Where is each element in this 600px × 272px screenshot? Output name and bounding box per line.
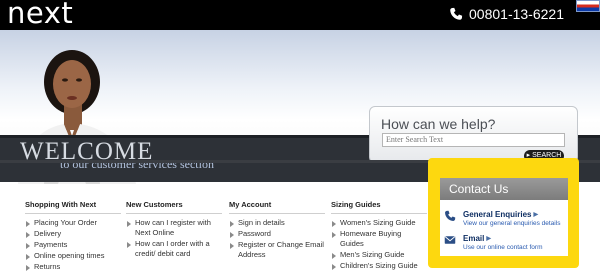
link-sign-in-details[interactable]: Sign in details bbox=[229, 218, 325, 228]
email-label: Email bbox=[463, 234, 485, 243]
link-womens-sizing-guide[interactable]: Women's Sizing Guide bbox=[331, 218, 427, 228]
link-placing-your-order[interactable]: Placing Your Order bbox=[25, 218, 121, 228]
link-mens-sizing-guide[interactable]: Men's Sizing Guide bbox=[331, 250, 427, 260]
phone-icon bbox=[450, 7, 463, 20]
phone-number-text: 00801-13-6221 bbox=[469, 6, 564, 22]
link-list: How can I register with Next Online How … bbox=[126, 218, 222, 259]
chevron-right-icon: ▶ bbox=[533, 212, 539, 218]
link-delivery[interactable]: Delivery bbox=[25, 229, 121, 239]
contact-us-panel: Contact Us General Enquiries ▶ View our g… bbox=[428, 158, 579, 268]
column-heading: New Customers bbox=[126, 200, 222, 214]
column-heading: Sizing Guides bbox=[331, 200, 427, 214]
chevron-right-icon: ▶ bbox=[486, 236, 491, 242]
phone-number: 00801-13-6221 bbox=[449, 6, 564, 22]
hero-banner: WELCOME to our customer services section… bbox=[0, 30, 600, 184]
link-list: Women's Sizing Guide Homeware Buying Gui… bbox=[331, 218, 427, 271]
country-flag-icon[interactable] bbox=[576, 0, 600, 12]
link-order-with-card[interactable]: How can I order with a credit/ debit car… bbox=[126, 239, 222, 259]
column-shopping-with-next: Shopping With Next Placing Your Order De… bbox=[25, 200, 121, 272]
link-list: Sign in details Password Register or Cha… bbox=[229, 218, 325, 260]
column-sizing-guides: Sizing Guides Women's Sizing Guide Homew… bbox=[331, 200, 427, 272]
link-online-opening-times[interactable]: Online opening times bbox=[25, 251, 121, 261]
link-list: Placing Your Order Delivery Payments Onl… bbox=[25, 218, 121, 272]
help-title: How can we help? bbox=[381, 116, 496, 132]
contact-us-title: Contact Us bbox=[440, 178, 568, 200]
top-bar: next 00801-13-6221 bbox=[0, 0, 600, 30]
link-homeware-buying-guides[interactable]: Homeware Buying Guides bbox=[331, 229, 427, 249]
phone-icon bbox=[445, 210, 456, 221]
link-register-change-email[interactable]: Register or Change Email Address bbox=[229, 240, 325, 260]
help-search-box: How can we help? Enter Search Text ▸ SEA… bbox=[369, 106, 578, 163]
contact-us-box: Contact Us General Enquiries ▶ View our g… bbox=[440, 178, 568, 256]
next-logo[interactable]: next bbox=[7, 0, 73, 30]
email-icon bbox=[444, 236, 456, 244]
column-heading: Shopping With Next bbox=[25, 200, 121, 214]
general-enquiries-description: View our general enquiries details bbox=[463, 220, 561, 227]
email-description: Use our online contact form bbox=[463, 244, 543, 251]
link-register-online[interactable]: How can I register with Next Online bbox=[126, 218, 222, 238]
email-title: Email ▶ bbox=[463, 234, 491, 243]
link-password[interactable]: Password bbox=[229, 229, 325, 239]
general-enquiries-title: General Enquiries ▶ bbox=[463, 210, 538, 219]
column-heading: My Account bbox=[229, 200, 325, 214]
column-new-customers: New Customers How can I register with Ne… bbox=[126, 200, 222, 260]
link-childrens-sizing-guide[interactable]: Children's Sizing Guide bbox=[331, 261, 427, 271]
general-enquiries-label: General Enquiries bbox=[463, 210, 532, 219]
column-my-account: My Account Sign in details Password Regi… bbox=[229, 200, 325, 261]
link-returns[interactable]: Returns bbox=[25, 262, 121, 272]
link-payments[interactable]: Payments bbox=[25, 240, 121, 250]
search-input[interactable]: Enter Search Text bbox=[382, 133, 565, 147]
